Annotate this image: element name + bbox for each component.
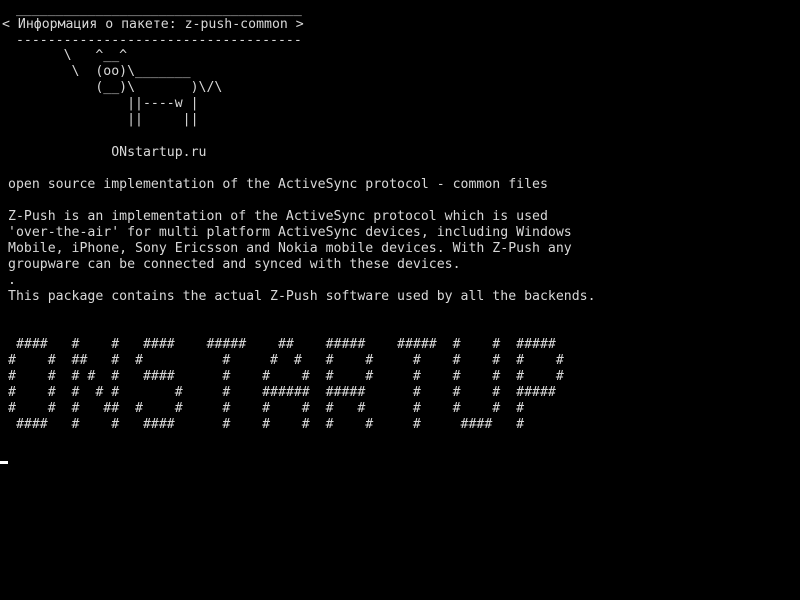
banner-line: # # # ## # # # # # # # # # # # <box>8 401 525 416</box>
description-line: 'over-the-air' for multi platform Active… <box>8 225 572 240</box>
cow-art-line: ||----w | <box>8 96 199 111</box>
terminal-screen[interactable]: ____________________________________ < И… <box>0 0 800 600</box>
banner-line: # # # # # # # ###### ##### # # # ##### <box>8 385 556 400</box>
speech-bubble-title: < Информация о пакете: z-push-common > <box>2 17 304 32</box>
cow-art-line: \ (oo)\_______ <box>8 64 191 79</box>
banner-line: #### # # #### ##### ## ##### ##### # # #… <box>8 337 556 352</box>
description-dot: . <box>8 273 16 288</box>
description-line: Z-Push is an implementation of the Activ… <box>8 209 548 224</box>
description-line: Mobile, iPhone, Sony Ericsson and Nokia … <box>8 241 572 256</box>
banner-line: # # ## # # # # # # # # # # # # <box>8 353 564 368</box>
site-label: ONstartup.ru <box>8 145 207 160</box>
text-cursor <box>0 461 8 464</box>
cow-art-line: (__)\ )\/\ <box>8 80 223 95</box>
cow-art-line: \ ^__^ <box>8 48 128 63</box>
package-note: This package contains the actual Z-Push … <box>8 289 596 304</box>
speech-bubble-bottom: ------------------------------------ <box>8 33 302 48</box>
banner-line: # # # # # #### # # # # # # # # # # <box>8 369 564 384</box>
banner-line: #### # # #### # # # # # # #### # <box>8 417 525 432</box>
package-summary: open source implementation of the Active… <box>8 177 548 192</box>
cow-art-line: || || <box>8 112 199 127</box>
description-line: groupware can be connected and synced wi… <box>8 257 461 272</box>
speech-bubble-top: ____________________________________ <box>8 2 302 17</box>
